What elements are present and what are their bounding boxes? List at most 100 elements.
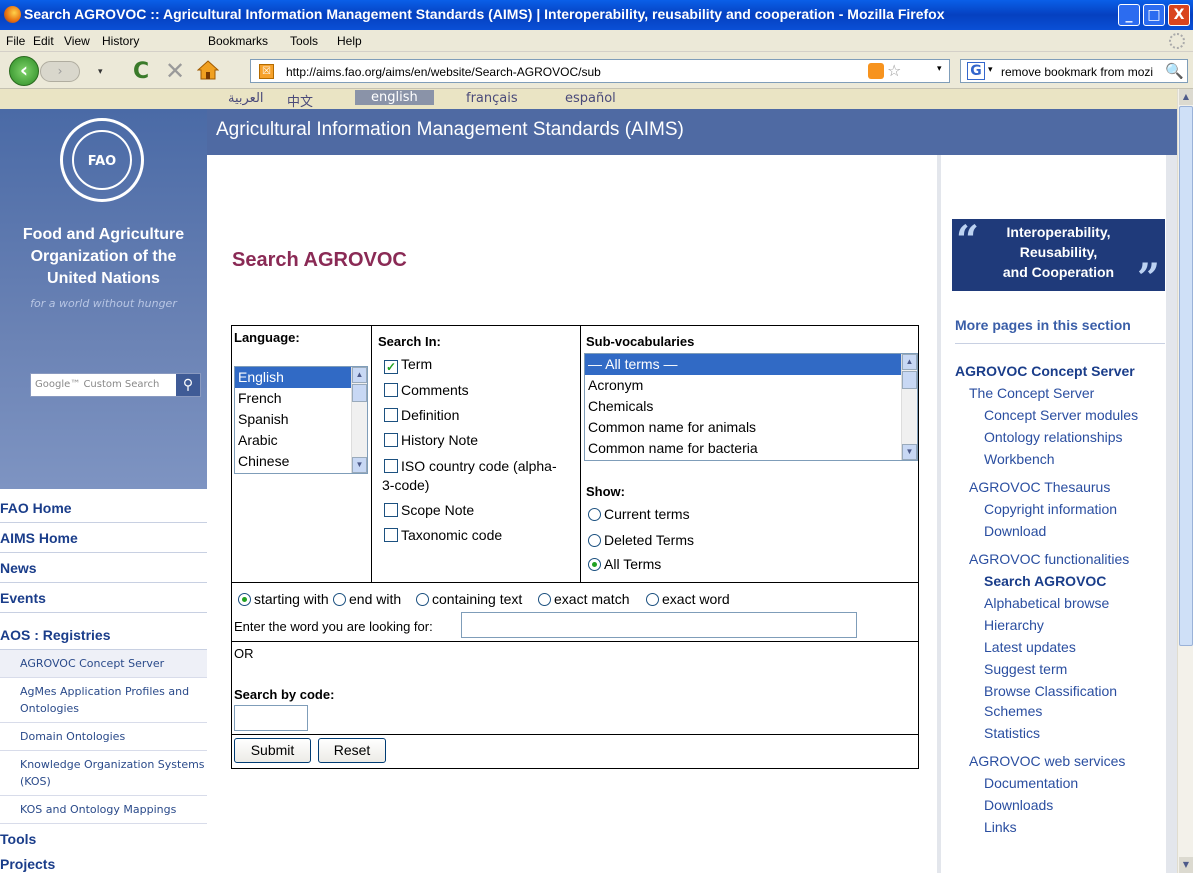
nav-kos[interactable]: Knowledge Organization Systems (KOS) bbox=[0, 751, 207, 796]
nav-section-registries[interactable]: AOS : Registries bbox=[0, 613, 207, 650]
close-button[interactable]: X bbox=[1168, 4, 1190, 26]
language-scrollbar[interactable]: ▲ ▼ bbox=[351, 367, 367, 473]
subvocab-option[interactable]: Chemicals bbox=[585, 396, 917, 417]
minimize-button[interactable]: _ bbox=[1118, 4, 1140, 26]
link-concept-server-modules[interactable]: Concept Server modules bbox=[984, 407, 1138, 423]
radio-starting-with[interactable]: starting with bbox=[238, 591, 329, 607]
menu-tools[interactable]: Tools bbox=[290, 34, 318, 48]
lang-french[interactable]: français bbox=[466, 91, 518, 106]
link-schemes[interactable]: Schemes bbox=[984, 703, 1042, 719]
link-downloads[interactable]: Downloads bbox=[984, 797, 1053, 813]
link-alphabetical-browse[interactable]: Alphabetical browse bbox=[984, 595, 1109, 611]
link-copyright-information[interactable]: Copyright information bbox=[984, 501, 1117, 517]
link-the-concept-server[interactable]: The Concept Server bbox=[969, 385, 1094, 401]
menu-history[interactable]: History bbox=[102, 34, 139, 48]
checkbox-box[interactable] bbox=[384, 383, 398, 397]
menu-help[interactable]: Help bbox=[337, 34, 362, 48]
checkbox-term[interactable]: ✓ Term bbox=[384, 356, 432, 374]
checkbox-box[interactable] bbox=[384, 459, 398, 473]
radio-button[interactable] bbox=[646, 593, 659, 606]
scroll-thumb[interactable] bbox=[352, 384, 367, 402]
url-dropdown-icon[interactable]: ▾ bbox=[937, 64, 942, 74]
link-links[interactable]: Links bbox=[984, 819, 1017, 835]
reset-button[interactable]: Reset bbox=[318, 738, 386, 763]
language-option[interactable]: French bbox=[235, 388, 367, 409]
google-engine-icon[interactable]: G bbox=[967, 62, 985, 80]
link-agrovoc-functionalities[interactable]: AGROVOC functionalities bbox=[969, 551, 1129, 567]
url-text[interactable]: http://aims.fao.org/aims/en/website/Sear… bbox=[286, 65, 601, 79]
menu-view[interactable]: View bbox=[64, 34, 90, 48]
link-latest-updates[interactable]: Latest updates bbox=[984, 639, 1076, 655]
link-download[interactable]: Download bbox=[984, 523, 1046, 539]
nav-agmes-profiles[interactable]: AgMes Application Profiles and Ontologie… bbox=[0, 678, 207, 723]
scroll-thumb[interactable] bbox=[1179, 106, 1193, 646]
subvocab-option[interactable]: Common name for bacteria bbox=[585, 438, 917, 459]
scroll-down-icon[interactable]: ▼ bbox=[352, 457, 367, 473]
language-select[interactable]: English French Spanish Arabic Chinese ▲ … bbox=[234, 366, 368, 474]
checkbox-box[interactable] bbox=[384, 408, 398, 422]
checkbox-iso-country-code[interactable]: ISO country code (alpha- bbox=[384, 458, 557, 475]
radio-all-terms[interactable]: All Terms bbox=[588, 556, 661, 572]
submit-button[interactable]: Submit bbox=[234, 738, 311, 763]
search-button-icon[interactable]: ⚲ bbox=[176, 374, 200, 396]
search-bar[interactable]: G ▾ remove bookmark from mozi 🔍 bbox=[960, 59, 1188, 83]
subvocab-option[interactable]: Common name for animals bbox=[585, 417, 917, 438]
checkbox-box[interactable] bbox=[384, 528, 398, 542]
language-option[interactable]: Arabic bbox=[235, 430, 367, 451]
custom-search-input[interactable]: Google™ Custom Search bbox=[35, 379, 159, 390]
forward-button[interactable]: › bbox=[40, 61, 80, 82]
radio-current-terms[interactable]: Current terms bbox=[588, 506, 690, 522]
scroll-down-icon[interactable]: ▼ bbox=[902, 444, 917, 460]
home-icon[interactable] bbox=[197, 59, 219, 81]
radio-button[interactable] bbox=[333, 593, 346, 606]
checkbox-box[interactable]: ✓ bbox=[384, 360, 398, 374]
scroll-thumb[interactable] bbox=[902, 371, 917, 389]
language-option[interactable]: Spanish bbox=[235, 409, 367, 430]
search-input[interactable]: remove bookmark from mozi bbox=[1001, 65, 1171, 79]
subvocab-scrollbar[interactable]: ▲ ▼ bbox=[901, 354, 917, 460]
subvocab-select[interactable]: — All terms — Acronym Chemicals Common n… bbox=[584, 353, 918, 461]
link-agrovoc-web-services[interactable]: AGROVOC web services bbox=[969, 753, 1125, 769]
checkbox-scope-note[interactable]: Scope Note bbox=[384, 502, 474, 519]
nav-news[interactable]: News bbox=[0, 553, 207, 583]
language-option[interactable]: English bbox=[235, 367, 367, 388]
checkbox-history-note[interactable]: History Note bbox=[384, 432, 478, 449]
lang-english[interactable]: english bbox=[355, 90, 434, 105]
nav-fao-home[interactable]: FAO Home bbox=[0, 493, 207, 523]
page-scrollbar[interactable]: ▲ ▼ bbox=[1177, 89, 1193, 873]
code-input[interactable] bbox=[234, 705, 308, 731]
radio-exact-match[interactable]: exact match bbox=[538, 591, 629, 607]
link-hierarchy[interactable]: Hierarchy bbox=[984, 617, 1044, 633]
stop-button[interactable]: ✕ bbox=[165, 57, 185, 85]
checkbox-comments[interactable]: Comments bbox=[384, 382, 469, 399]
nav-projects[interactable]: Projects bbox=[0, 854, 207, 873]
reload-button[interactable]: C bbox=[133, 59, 149, 84]
radio-button[interactable] bbox=[238, 593, 251, 606]
maximize-button[interactable]: □ bbox=[1143, 4, 1165, 26]
radio-button[interactable] bbox=[416, 593, 429, 606]
scroll-up-icon[interactable]: ▲ bbox=[352, 367, 367, 383]
link-browse-classification[interactable]: Browse Classification bbox=[984, 683, 1117, 699]
radio-button[interactable] bbox=[588, 534, 601, 547]
url-bar[interactable]: ☒ http://aims.fao.org/aims/en/website/Se… bbox=[250, 59, 950, 83]
nav-tools[interactable]: Tools bbox=[0, 824, 207, 854]
checkbox-definition[interactable]: Definition bbox=[384, 407, 459, 424]
radio-button[interactable] bbox=[588, 508, 601, 521]
menu-bookmarks[interactable]: Bookmarks bbox=[208, 34, 268, 48]
link-suggest-term[interactable]: Suggest term bbox=[984, 661, 1067, 677]
checkbox-box[interactable] bbox=[384, 503, 398, 517]
lang-chinese[interactable]: 中文 bbox=[287, 91, 313, 110]
lang-spanish[interactable]: español bbox=[565, 91, 616, 106]
back-button[interactable]: ‹ bbox=[9, 56, 39, 86]
nav-events[interactable]: Events bbox=[0, 583, 207, 613]
lang-arabic[interactable]: العربية bbox=[228, 91, 264, 106]
google-custom-search[interactable]: Google™ Custom Search ⚲ bbox=[30, 373, 201, 397]
fao-logo[interactable]: FAO bbox=[60, 118, 144, 202]
engine-dropdown-icon[interactable]: ▾ bbox=[988, 65, 993, 75]
nav-agrovoc-concept-server[interactable]: AGROVOC Concept Server bbox=[0, 650, 207, 678]
radio-button[interactable] bbox=[538, 593, 551, 606]
radio-exact-word[interactable]: exact word bbox=[646, 591, 730, 607]
word-input[interactable] bbox=[461, 612, 857, 638]
link-documentation[interactable]: Documentation bbox=[984, 775, 1078, 791]
radio-button[interactable] bbox=[588, 558, 601, 571]
